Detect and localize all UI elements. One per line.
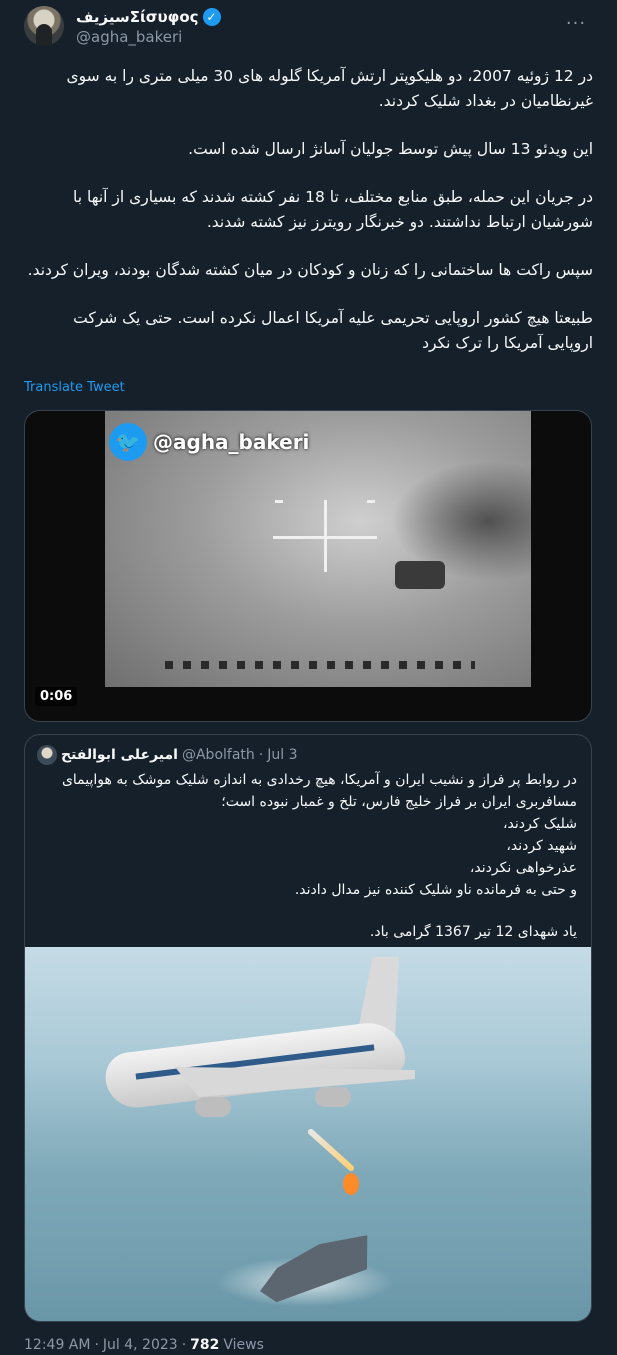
watermark-text: @agha_bakeri bbox=[153, 430, 310, 454]
tweet-footer: 12:49 AM · Jul 4, 2023 · 782 Views bbox=[24, 1337, 264, 1353]
quote-separator: · bbox=[258, 747, 264, 763]
quoted-tweet[interactable]: امیرعلی ابوالفتح @Abolfath · Jul 3 در رو… bbox=[24, 734, 592, 1322]
quote-header[interactable]: امیرعلی ابوالفتح @Abolfath · Jul 3 bbox=[37, 745, 297, 765]
verified-badge-icon: ✓ bbox=[202, 8, 221, 26]
quote-line: شلیک کردند، bbox=[503, 816, 577, 832]
views-count: 782 bbox=[190, 1337, 220, 1353]
quote-line: عذرخواهی نکردند، bbox=[469, 860, 577, 876]
video-duration: 0:06 bbox=[35, 687, 78, 706]
engine bbox=[195, 1097, 231, 1117]
author-avatar[interactable] bbox=[24, 6, 64, 46]
tweet-paragraph: سپس راکت ها ساختمانی را که زنان و کودکان… bbox=[27, 261, 593, 279]
missile-flame bbox=[343, 1173, 359, 1195]
tweet-text: در 12 ژوئیه 2007، دو هلیکوپتر ارتش آمریک… bbox=[24, 64, 593, 379]
footer-separator: · bbox=[94, 1337, 99, 1353]
quote-line: شهید کردند، bbox=[506, 838, 577, 854]
author-name[interactable]: سیزیفΣίσυφος bbox=[76, 8, 199, 26]
quote-line: و حتی به فرمانده ناو شلیک کننده نیز مدال… bbox=[294, 882, 577, 898]
quote-closing-line: یاد شهدای 12 تیر 1367 گرامی باد. bbox=[369, 924, 577, 940]
views-label: Views bbox=[223, 1337, 264, 1353]
twitter-bird-icon: 🐦 bbox=[109, 423, 147, 461]
missile-trail bbox=[306, 1127, 356, 1173]
quote-avatar[interactable] bbox=[37, 745, 57, 765]
footer-separator: · bbox=[181, 1337, 187, 1353]
tweet-date[interactable]: Jul 4, 2023 bbox=[103, 1337, 178, 1353]
quote-author-handle[interactable]: @Abolfath bbox=[182, 747, 255, 763]
tweet-header: سیزیفΣίσυφος ✓ @agha_bakeri ··· bbox=[24, 6, 593, 50]
video-watermark: 🐦 @agha_bakeri bbox=[109, 423, 309, 461]
quote-date[interactable]: Jul 3 bbox=[267, 747, 297, 763]
quote-author-name[interactable]: امیرعلی ابوالفتح bbox=[61, 747, 178, 763]
translate-tweet-link[interactable]: Translate Tweet bbox=[24, 380, 125, 395]
quote-text: در روابط پر فراز و نشیب ایران و آمریکا، … bbox=[37, 769, 577, 943]
author-handle[interactable]: @agha_bakeri bbox=[76, 28, 182, 46]
tweet-paragraph: این ویدئو 13 سال پیش توسط جولیان آسانژ ا… bbox=[188, 140, 593, 158]
tweet-paragraph: در 12 ژوئیه 2007، دو هلیکوپتر ارتش آمریک… bbox=[66, 67, 593, 110]
engine bbox=[315, 1087, 351, 1107]
tweet-time[interactable]: 12:49 AM bbox=[24, 1337, 90, 1353]
tweet-paragraph: در جریان این حمله، طبق منابع مختلف، تا 1… bbox=[73, 188, 593, 231]
tweet-paragraph: طبیعتا هیچ کشور اروپایی تحریمی علیه آمری… bbox=[73, 309, 593, 352]
quote-line: در روابط پر فراز و نشیب ایران و آمریکا، … bbox=[61, 772, 577, 810]
video-player[interactable]: 🐦 @agha_bakeri 0:06 bbox=[24, 410, 592, 722]
quote-image[interactable] bbox=[25, 947, 591, 1321]
more-options-icon[interactable]: ··· bbox=[559, 6, 593, 40]
author-name-row[interactable]: سیزیفΣίσυφος ✓ bbox=[76, 8, 221, 26]
